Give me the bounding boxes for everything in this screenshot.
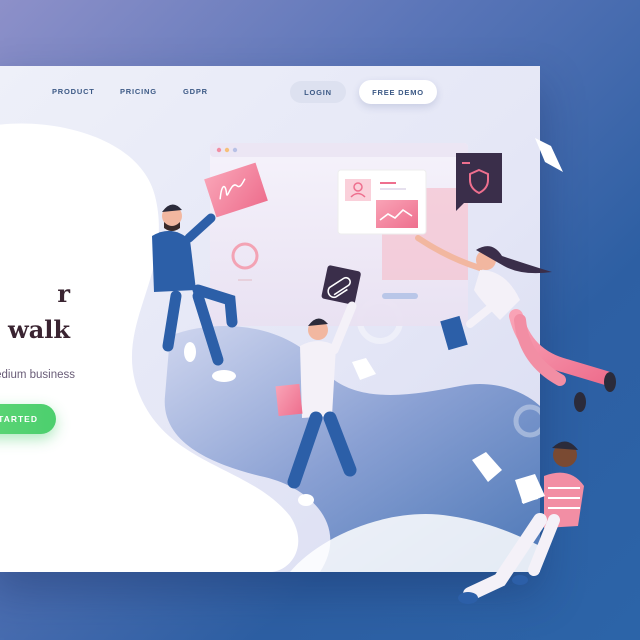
hero-title-line-2: n walk (0, 315, 70, 344)
scene: PRODUCT PRICING GDPR LOGIN FREE DEMO r n… (0, 0, 640, 640)
landing-page-mockup: PRODUCT PRICING GDPR LOGIN FREE DEMO r n… (0, 66, 540, 572)
hero-title: r n walk (0, 276, 70, 348)
nav-link-product[interactable]: PRODUCT (52, 87, 95, 96)
nav-link-pricing[interactable]: PRICING (120, 87, 157, 96)
get-started-button[interactable]: TARTED (0, 404, 56, 434)
hero-title-line-1: r (57, 279, 70, 308)
nav-link-gdpr[interactable]: GDPR (183, 87, 208, 96)
login-button[interactable]: LOGIN (290, 81, 346, 103)
top-nav: PRODUCT PRICING GDPR LOGIN FREE DEMO (0, 66, 540, 118)
page-background (0, 66, 540, 572)
free-demo-button[interactable]: FREE DEMO (359, 80, 437, 104)
hero-subtitle: edium business (0, 369, 75, 381)
